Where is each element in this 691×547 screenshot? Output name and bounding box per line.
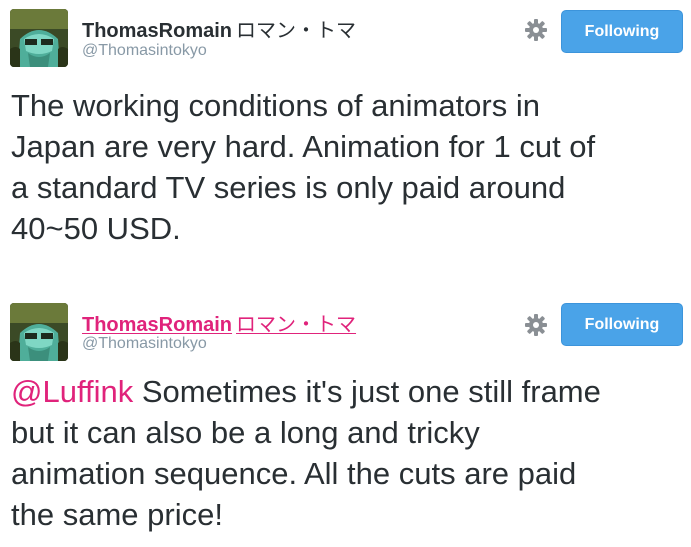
display-name-latin: ThomasRomain (82, 20, 233, 42)
gear-icon[interactable] (525, 314, 547, 336)
user-handle[interactable]: @Thomasintokyo (82, 335, 207, 353)
display-name[interactable]: ThomasRomain ロマン・トマ (82, 14, 356, 43)
avatar[interactable] (10, 303, 68, 361)
user-handle[interactable]: @Thomasintokyo (82, 42, 207, 60)
display-name-japanese: ロマン・トマ (236, 314, 357, 336)
mention-link[interactable]: @Luffink (11, 374, 133, 409)
tweet-text-line: but it can also be a long and tricky (11, 415, 480, 450)
gear-icon[interactable] (525, 19, 547, 41)
tweet-text-line: 40~50 USD. (11, 211, 181, 246)
tweet-text-line: animation sequence. All the cuts are pai… (11, 456, 577, 491)
tweet: ThomasRomain ロマン・トマ @Thomasintokyo Follow… (0, 0, 691, 262)
following-button[interactable]: Following (561, 303, 683, 346)
tweet-text: The working conditions of animators in J… (11, 85, 683, 249)
tweet: ThomasRomain ロマン・トマ @Thomasintokyo Follow… (0, 295, 691, 547)
tweet-text-line: The working conditions of animators in (11, 88, 540, 123)
tweet-text-line: @Luffink Sometimes it's just one still f… (11, 371, 683, 412)
following-button[interactable]: Following (561, 10, 683, 53)
avatar-image (10, 9, 68, 67)
tweet-text-line: Japan are very hard. Animation for 1 cut… (11, 129, 596, 164)
avatar[interactable] (10, 9, 68, 67)
avatar-image (10, 303, 68, 361)
tweet-text-segment: Sometimes it's just one still frame (133, 374, 601, 409)
display-name-latin: ThomasRomain (82, 314, 233, 336)
display-name-japanese: ロマン・トマ (236, 20, 357, 42)
display-name[interactable]: ThomasRomain ロマン・トマ (82, 308, 356, 337)
tweet-text: @Luffink Sometimes it's just one still f… (11, 371, 683, 535)
tweet-text-line: the same price! (11, 497, 223, 532)
tweet-text-line: a standard TV series is only paid around (11, 170, 566, 205)
